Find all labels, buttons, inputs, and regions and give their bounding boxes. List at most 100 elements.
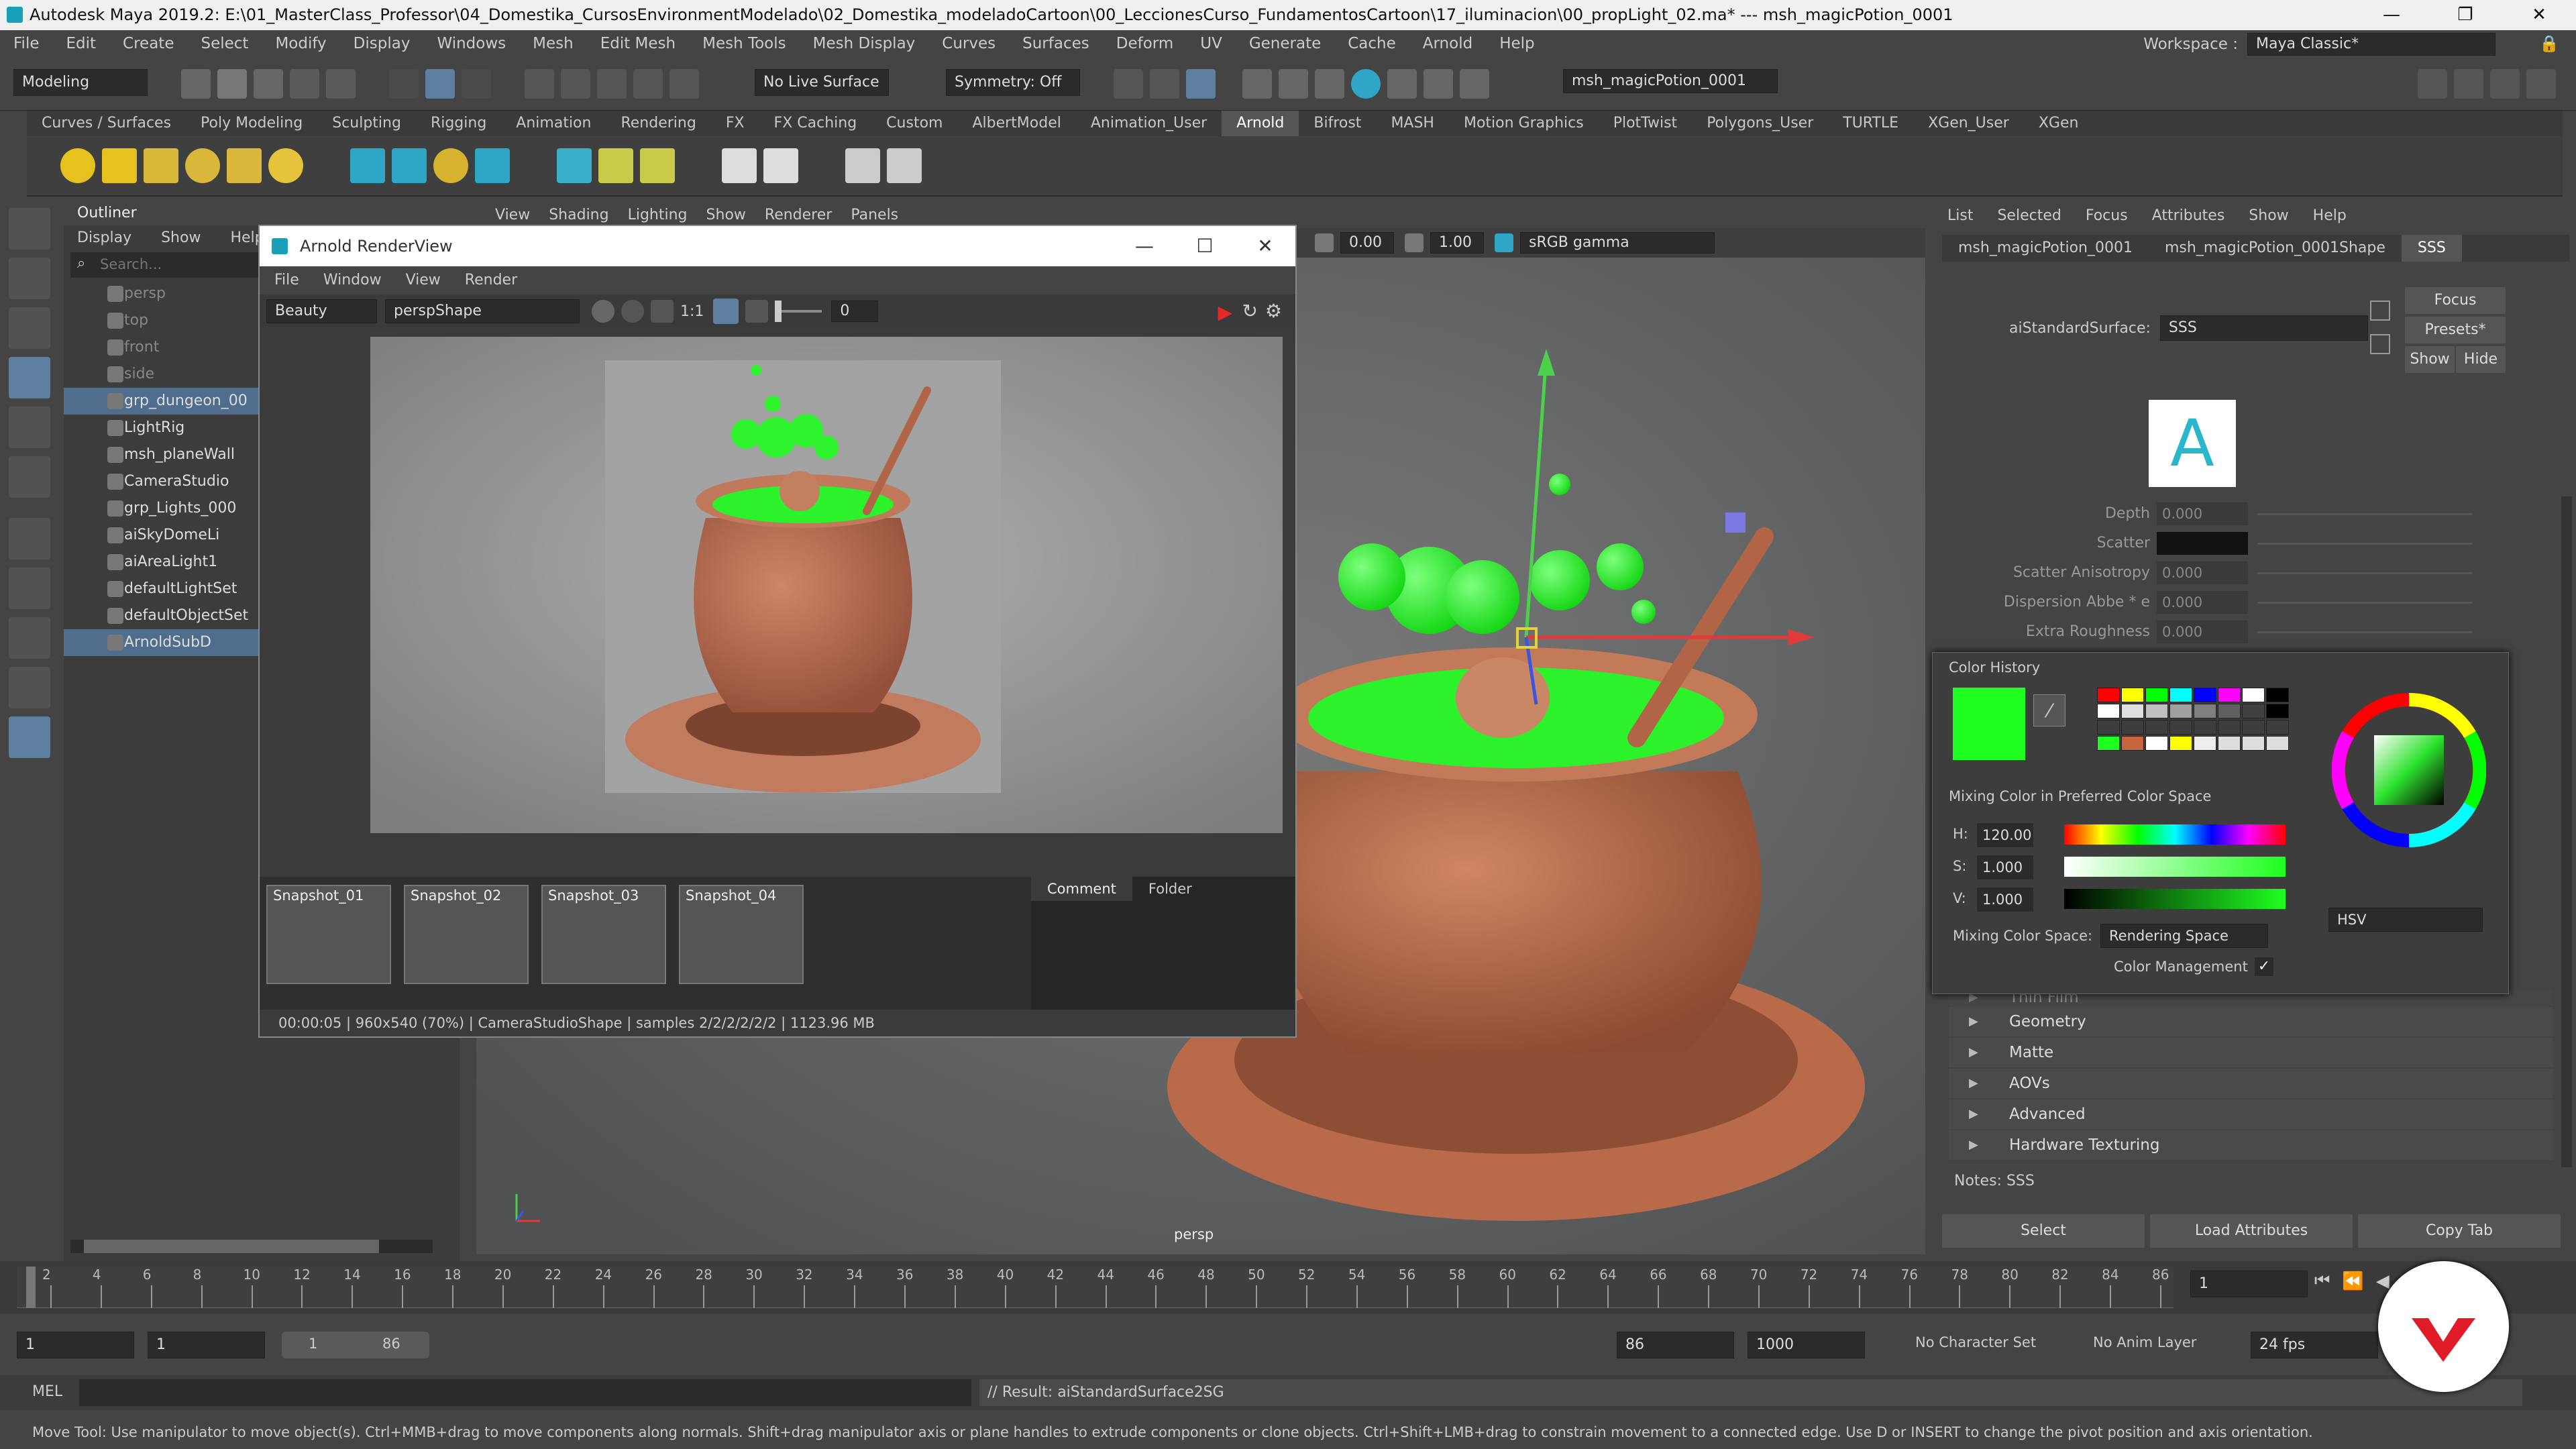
mesh-light-icon[interactable] <box>227 148 262 183</box>
symmetry-dropdown[interactable]: Symmetry: Off <box>946 69 1080 96</box>
ae-attribute-slider[interactable] <box>2257 631 2472 633</box>
menu-edit[interactable]: Edit <box>66 35 97 52</box>
redo-icon[interactable] <box>326 69 356 99</box>
menu-create[interactable]: Create <box>123 35 174 52</box>
cmd-language[interactable]: MEL <box>32 1383 62 1400</box>
range-slider[interactable]: 1 86 <box>282 1332 429 1358</box>
snap-view-icon[interactable] <box>633 69 663 99</box>
history-swatch[interactable] <box>2218 688 2241 702</box>
shelf-tab-animation[interactable]: Animation <box>501 111 606 136</box>
render-settings-icon[interactable] <box>592 300 614 323</box>
shelf-tab-turtle[interactable]: TURTLE <box>1828 111 1913 136</box>
exposure-icon-arv[interactable] <box>745 300 769 323</box>
start-time-field[interactable]: 1 <box>17 1332 134 1358</box>
shelf-tab-sculpting[interactable]: Sculpting <box>317 111 416 136</box>
aov-dropdown[interactable]: Beauty <box>266 299 377 323</box>
menu-arnold[interactable]: Arnold <box>1423 35 1472 52</box>
render-view-icon[interactable] <box>1242 69 1272 99</box>
ae-tab[interactable]: msh_magicPotion_0001Shape <box>2149 235 2402 262</box>
color-mode-dropdown[interactable]: HSV <box>2328 908 2483 932</box>
lasso-tool-icon[interactable] <box>9 258 50 299</box>
ae-attribute-value[interactable]: 0.000 <box>2157 561 2248 584</box>
hypershade-icon[interactable] <box>1424 69 1453 99</box>
refresh-icon[interactable]: ↻ <box>1242 300 1258 322</box>
create-curve-collector-icon[interactable] <box>433 148 468 183</box>
scale-tool-icon[interactable] <box>9 456 50 498</box>
lock-icon[interactable]: 🔒 <box>2539 34 2559 53</box>
outliner-menu-display[interactable]: Display <box>77 229 131 246</box>
snapshot-thumbnail[interactable]: Snapshot_02 <box>404 885 529 984</box>
load-attributes-button[interactable]: Load Attributes <box>2150 1214 2353 1248</box>
paint-select-tool-icon[interactable] <box>9 307 50 349</box>
range-end-field[interactable]: 86 <box>1617 1332 1734 1358</box>
output-ops-icon[interactable] <box>1186 69 1216 99</box>
timeline-track[interactable]: 2 4 6 8 10 12 14 16 18 20 22 24 26 28 30 32 34 36 38 40 42 44… <box>17 1267 2174 1308</box>
open-scene-icon[interactable] <box>217 69 247 99</box>
history-swatch[interactable] <box>2266 736 2289 751</box>
live-surface-dropdown[interactable]: No Live Surface <box>755 69 889 96</box>
hue-slider[interactable] <box>2064 824 2286 845</box>
current-frame-marker[interactable] <box>26 1267 36 1308</box>
history-swatch[interactable] <box>2242 720 2265 735</box>
tab-folder[interactable]: Folder <box>1132 877 1208 901</box>
toggle-channel-box-icon[interactable] <box>2526 69 2556 99</box>
select-button[interactable]: Select <box>1942 1214 2145 1248</box>
history-swatch[interactable] <box>2266 704 2289 718</box>
history-swatch[interactable] <box>2218 736 2241 751</box>
history-swatch[interactable] <box>2242 688 2265 702</box>
ae-menu-focus[interactable]: Focus <box>2086 207 2128 224</box>
shelf-tab-bifrost[interactable]: Bifrost <box>1299 111 1376 136</box>
ae-attribute-slider[interactable] <box>2257 602 2472 604</box>
anim-layer-dropdown[interactable]: No Anim Layer <box>2093 1334 2196 1350</box>
focus-button[interactable]: Focus <box>2405 287 2506 314</box>
shader-swatch[interactable]: A <box>2149 400 2236 487</box>
v-value[interactable]: 1.000 <box>1977 888 2033 912</box>
scrollbar-thumb[interactable] <box>84 1240 379 1253</box>
arv-menu-file[interactable]: File <box>274 266 299 294</box>
history-swatch[interactable] <box>2194 736 2216 751</box>
ae-section[interactable]: Matte <box>1949 1038 2553 1067</box>
layout-two-icon[interactable] <box>9 667 50 708</box>
arv-menu-render[interactable]: Render <box>465 266 517 294</box>
render-play-icon[interactable] <box>887 148 922 183</box>
ae-attribute-value[interactable]: 0.000 <box>2157 621 2248 643</box>
menu-uv[interactable]: UV <box>1200 35 1222 52</box>
shelf-tab-xgen-user[interactable]: XGen_User <box>1913 111 2024 136</box>
history-swatch[interactable] <box>2097 688 2120 702</box>
shelf-tab-fx-caching[interactable]: FX Caching <box>759 111 872 136</box>
toggle-modeling-toolkit-icon[interactable] <box>2418 69 2447 99</box>
select-tool-icon[interactable] <box>9 208 50 250</box>
ae-menu-selected[interactable]: Selected <box>1997 207 2061 224</box>
shelf-tab-animation-user[interactable]: Animation_User <box>1076 111 1222 136</box>
outliner-menu-show[interactable]: Show <box>161 229 201 246</box>
select-hierarchy-icon[interactable] <box>389 69 419 99</box>
rotate-tool-icon[interactable] <box>9 407 50 448</box>
shelf-tab-curves-surfaces[interactable]: Curves / Surfaces <box>27 111 186 136</box>
menu-deform[interactable]: Deform <box>1116 35 1174 52</box>
tab-comment[interactable]: Comment <box>1031 877 1132 901</box>
history-swatch[interactable] <box>2145 736 2168 751</box>
saturation-slider[interactable] <box>2064 857 2286 877</box>
history-swatch[interactable] <box>2218 704 2241 718</box>
menu-mesh[interactable]: Mesh <box>533 35 574 52</box>
skydome-light-icon[interactable] <box>185 148 220 183</box>
close-icon[interactable]: ✕ <box>2502 0 2576 30</box>
history-swatch[interactable] <box>2169 704 2192 718</box>
area-light-icon[interactable] <box>102 148 137 183</box>
render-image[interactable] <box>370 337 1283 833</box>
camera-icon[interactable] <box>845 148 880 183</box>
viewport-menu-lighting[interactable]: Lighting <box>628 207 688 223</box>
layout-four-icon[interactable] <box>9 617 50 659</box>
color-space-dropdown[interactable]: sRGB gamma <box>1520 232 1715 254</box>
goto-output-icon[interactable] <box>2370 334 2390 354</box>
settings-gear-icon[interactable]: ⚙ <box>1265 300 1282 322</box>
render-region-icon[interactable] <box>722 148 757 183</box>
shelf-tab-rigging[interactable]: Rigging <box>416 111 501 136</box>
construction-history-icon[interactable] <box>1114 69 1143 99</box>
cmd-input[interactable] <box>79 1379 971 1406</box>
history-swatch[interactable] <box>2121 688 2144 702</box>
ae-scrollbar[interactable] <box>2561 496 2572 1167</box>
render-settings-icon[interactable] <box>1387 69 1417 99</box>
crop-region-icon[interactable] <box>713 299 739 324</box>
viewport-menu-panels[interactable]: Panels <box>851 207 898 223</box>
